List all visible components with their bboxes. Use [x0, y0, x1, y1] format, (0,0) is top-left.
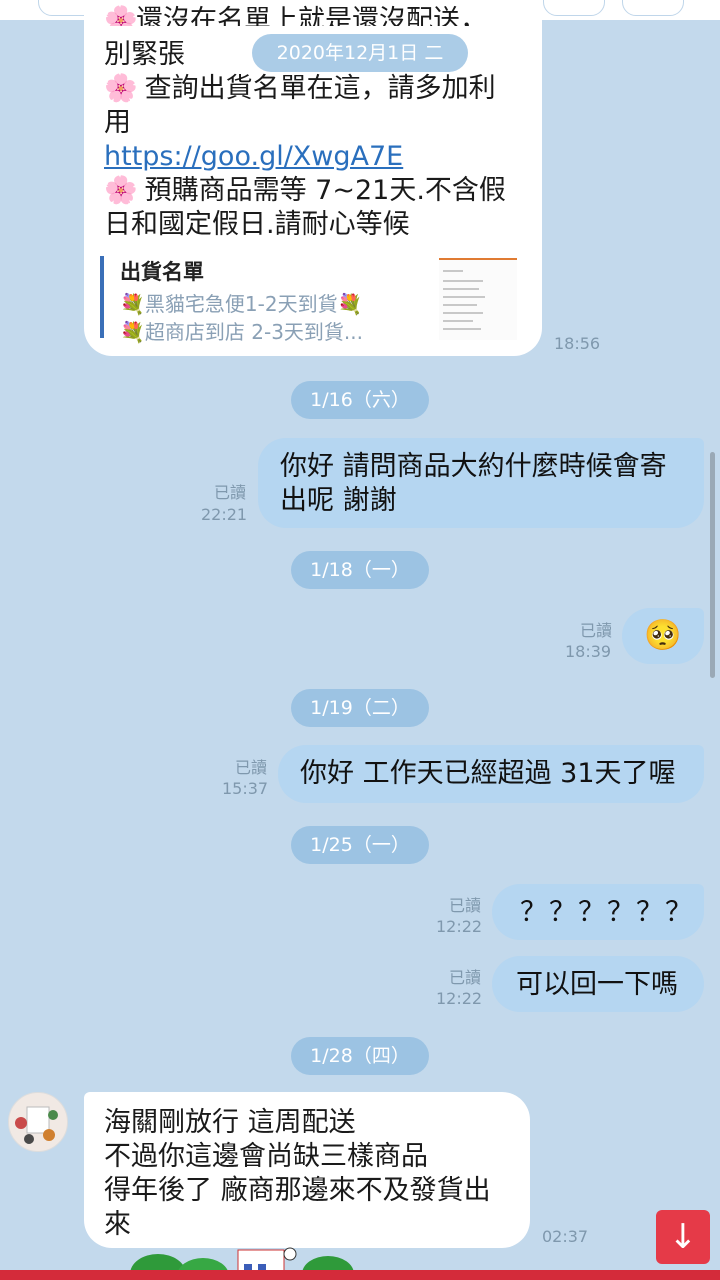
bouquet-icon: 💐	[120, 320, 145, 344]
outgoing-message[interactable]: 你好 工作天已經超過 31天了喔	[278, 745, 704, 803]
message-line: 🌸還沒在名單上就是還沒配送，	[104, 4, 487, 26]
bouquet-icon: 💐	[337, 292, 363, 316]
shipping-list-link[interactable]: https://goo.gl/XwgA7E	[104, 140, 403, 173]
date-separator: 1/19（二）	[291, 689, 429, 727]
arrow-down-icon: ↓	[668, 1217, 698, 1257]
message-line: 海關剛放行 這周配送	[104, 1107, 356, 1138]
message-time: 22:21	[201, 505, 248, 524]
incoming-message[interactable]: 海關剛放行 這周配送 不過你這邊會尚缺三樣商品 得年後了 廠商那邊來不及發貨出 …	[84, 1092, 530, 1248]
message-line: 出呢 謝謝	[280, 485, 397, 516]
flower-icon: 🌸	[104, 175, 138, 206]
outgoing-message[interactable]: 可以回一下嗎	[492, 956, 704, 1012]
message-line: 可以回一下嗎	[516, 969, 678, 1000]
avatar-image	[15, 1106, 58, 1144]
header-call-button[interactable]	[543, 0, 605, 16]
preview-line: 💐黑貓宅急便1-2天到貨💐	[120, 292, 363, 316]
message-time: 12:22	[436, 917, 483, 936]
header-menu-button[interactable]	[622, 0, 684, 16]
flower-icon: 🌸	[104, 5, 138, 26]
read-receipt: 已讀	[234, 758, 267, 777]
date-separator: 1/18（一）	[291, 551, 429, 589]
message-line: ？？？？？？	[520, 897, 694, 928]
message-time: 18:56	[554, 334, 601, 353]
preview-thumbnail	[439, 258, 517, 340]
message-time: 15:37	[222, 779, 269, 798]
scrollbar[interactable]	[710, 452, 715, 678]
date-separator: 1/25（一）	[291, 826, 429, 864]
date-separator: 1/16（六）	[291, 381, 429, 419]
message-line: 用	[104, 107, 131, 138]
message-time: 12:22	[436, 989, 483, 1008]
message-line: 別緊張	[104, 39, 185, 70]
message-time: 02:37	[542, 1227, 589, 1246]
message-time: 18:39	[565, 642, 612, 661]
floating-date-label: 2020年12月1日 二	[252, 34, 468, 72]
preview-title: 出貨名單	[120, 260, 204, 284]
flower-icon: 🌸	[104, 73, 138, 104]
outgoing-emoji-message[interactable]: 🥺	[622, 608, 704, 664]
message-line: 🌸 查詢出貨名單在這，請多加利	[104, 73, 496, 104]
message-line: 你好 請問商品大約什麼時候會寄	[280, 451, 667, 482]
read-receipt: 已讀	[213, 483, 246, 502]
read-receipt: 已讀	[579, 621, 612, 640]
message-line: 來	[104, 1209, 131, 1240]
bottom-input-bar	[0, 1270, 720, 1280]
message-line: 你好 工作天已經超過 31天了喔	[300, 758, 676, 789]
date-separator: 1/28（四）	[291, 1037, 429, 1075]
message-line: 🌸 預購商品需等 7~21天.不含假	[104, 175, 506, 206]
message-line: 日和國定假日.請耐心等候	[104, 209, 410, 240]
read-receipt: 已讀	[448, 968, 481, 987]
contact-avatar[interactable]	[8, 1092, 68, 1152]
message-line: 不過你這邊會尚缺三樣商品	[104, 1141, 428, 1172]
link-preview-card[interactable]: 出貨名單 💐黑貓宅急便1-2天到貨💐 💐超商店到店 2-3天到貨...	[100, 256, 524, 344]
scroll-to-bottom-button[interactable]: ↓	[656, 1210, 710, 1264]
outgoing-message[interactable]: 你好 請問商品大約什麼時候會寄 出呢 謝謝	[258, 438, 704, 528]
read-receipt: 已讀	[448, 896, 481, 915]
outgoing-message[interactable]: ？？？？？？	[492, 884, 704, 940]
message-line: 得年後了 廠商那邊來不及發貨出	[104, 1175, 491, 1206]
bouquet-icon: 💐	[120, 292, 145, 316]
preview-line: 💐超商店到店 2-3天到貨...	[120, 320, 364, 344]
